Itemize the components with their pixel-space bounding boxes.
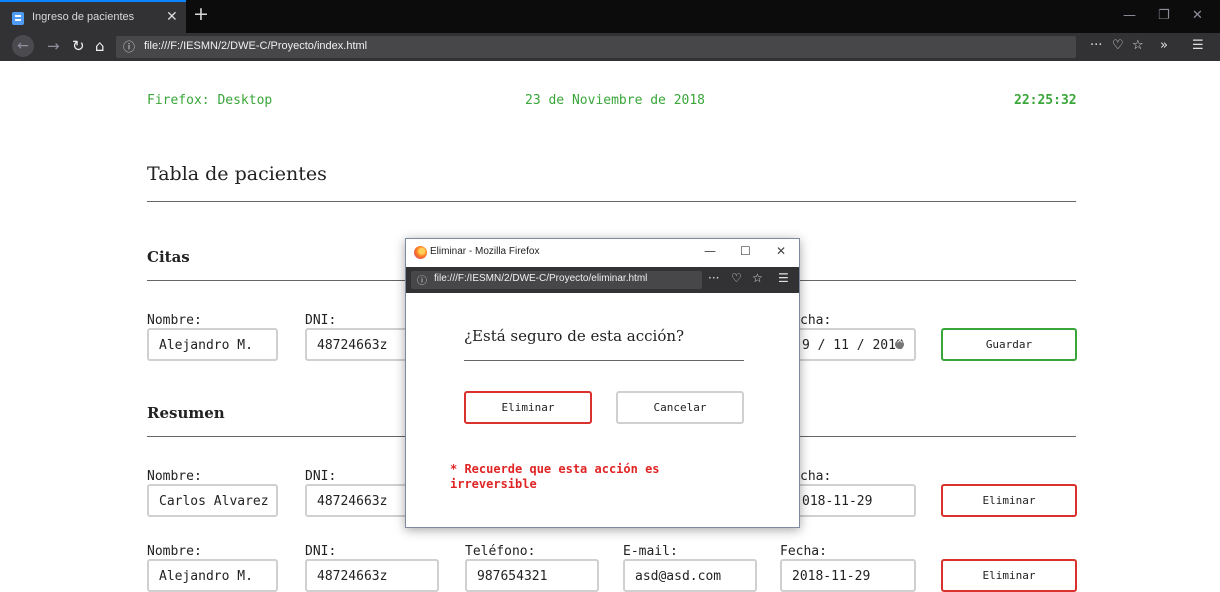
page-title: Tabla de pacientes [147,163,327,185]
url-text[interactable]: file:///F:/IESMN/2/DWE-C/Proyecto/index.… [144,40,367,52]
close-tab-icon[interactable]: ✕ [166,9,178,25]
fecha-date-field[interactable]: 9 / 11 / 2018 [780,328,916,361]
home-icon[interactable]: ⌂ [95,37,105,55]
email-label: E-mail: [623,544,678,559]
popup-window-title: Eliminar - Mozilla Firefox [430,246,540,257]
popup-maximize-icon[interactable]: ☐ [740,244,751,258]
fecha-label: cha: [800,313,832,328]
fecha-label: Fecha: [780,544,827,559]
overflow-chevron-icon[interactable]: » [1160,38,1168,53]
telefono-field[interactable]: 987654321 [465,559,599,592]
pocket-icon[interactable]: ♡ [731,271,742,285]
forward-icon[interactable]: → [47,37,60,55]
nombre-field[interactable]: Carlos Alvarez [147,484,278,517]
clipboard-icon [12,12,24,25]
restore-icon[interactable]: ❐ [1158,8,1170,23]
minimize-icon[interactable]: — [1123,8,1136,23]
nombre-field[interactable]: Alejandro M. [147,559,278,592]
dni-label: DNI: [305,469,337,484]
nombre-field[interactable]: Alejandro M. [147,328,278,361]
pocket-icon[interactable]: ♡ [1112,38,1124,53]
popup-close-icon[interactable]: ✕ [776,244,786,258]
tab-title: Ingreso de pacientes [32,11,135,23]
section-title-resumen: Resumen [147,404,225,422]
popup-navigation-bar: ⓘ file:///F:/IESMN/2/DWE-C/Proyecto/elim… [406,267,799,293]
fecha-label: cha: [800,469,832,484]
delete-button[interactable]: Eliminar [941,559,1077,592]
current-time: 22:25:32 [1014,93,1077,108]
tab-bar: Ingreso de pacientes ✕ + — ❐ ✕ [0,0,1220,33]
new-tab-icon[interactable]: + [193,3,209,25]
dni-field[interactable]: 48724663z [305,559,439,592]
delete-button[interactable]: Eliminar [941,484,1077,517]
popup-url-bar[interactable]: ⓘ file:///F:/IESMN/2/DWE-C/Proyecto/elim… [411,271,702,289]
popup-titlebar[interactable]: Eliminar - Mozilla Firefox — ☐ ✕ [406,239,799,267]
confirm-question: ¿Está seguro de esta acción? [464,327,685,345]
popup-minimize-icon[interactable]: — [704,244,716,258]
divider [464,360,744,361]
current-date: 23 de Noviembre de 2018 [525,93,706,108]
cancel-button[interactable]: Cancelar [616,391,744,424]
divider [147,201,1076,202]
nombre-label: Nombre: [147,544,202,559]
menu-icon[interactable]: ☰ [778,271,789,285]
fecha-value: 9 / 11 / 2018 [802,338,904,353]
telefono-label: Teléfono: [465,544,536,559]
nombre-label: Nombre: [147,313,202,328]
nombre-label: Nombre: [147,469,202,484]
email-field[interactable]: asd@asd.com [623,559,757,592]
bookmark-star-icon[interactable]: ☆ [1132,38,1144,53]
bookmark-star-icon[interactable]: ☆ [752,271,763,285]
reload-icon[interactable]: ↻ [72,37,85,55]
page-actions-icon[interactable]: ··· [708,271,719,285]
confirm-delete-button[interactable]: Eliminar [464,391,592,424]
firefox-icon [414,246,427,259]
clear-date-icon[interactable] [895,336,904,349]
browser-tab[interactable]: Ingreso de pacientes ✕ [0,0,186,33]
dni-label: DNI: [305,544,337,559]
close-window-icon[interactable]: ✕ [1192,8,1203,23]
confirm-delete-window: Eliminar - Mozilla Firefox — ☐ ✕ ⓘ file:… [405,238,800,528]
fecha-field[interactable]: 018-11-29 [780,484,916,517]
page-actions-icon[interactable]: ··· [1090,38,1102,53]
site-info-icon[interactable]: ⓘ [123,38,135,55]
dni-label: DNI: [305,313,337,328]
menu-icon[interactable]: ☰ [1192,38,1204,53]
save-button[interactable]: Guardar [941,328,1077,361]
irreversible-warning: * Recuerde que esta acción es irreversib… [450,462,660,491]
back-icon[interactable]: ← [12,35,34,57]
site-info-icon[interactable]: ⓘ [417,272,427,287]
popup-url-text[interactable]: file:///F:/IESMN/2/DWE-C/Proyecto/elimin… [434,273,647,284]
navigation-bar: ← → ↻ ⌂ ⓘ file:///F:/IESMN/2/DWE-C/Proye… [0,33,1220,61]
browser-info: Firefox: Desktop [147,93,273,108]
url-bar[interactable]: ⓘ file:///F:/IESMN/2/DWE-C/Proyecto/inde… [116,36,1076,58]
fecha-field[interactable]: 2018-11-29 [780,559,916,592]
section-title-citas: Citas [147,248,190,266]
